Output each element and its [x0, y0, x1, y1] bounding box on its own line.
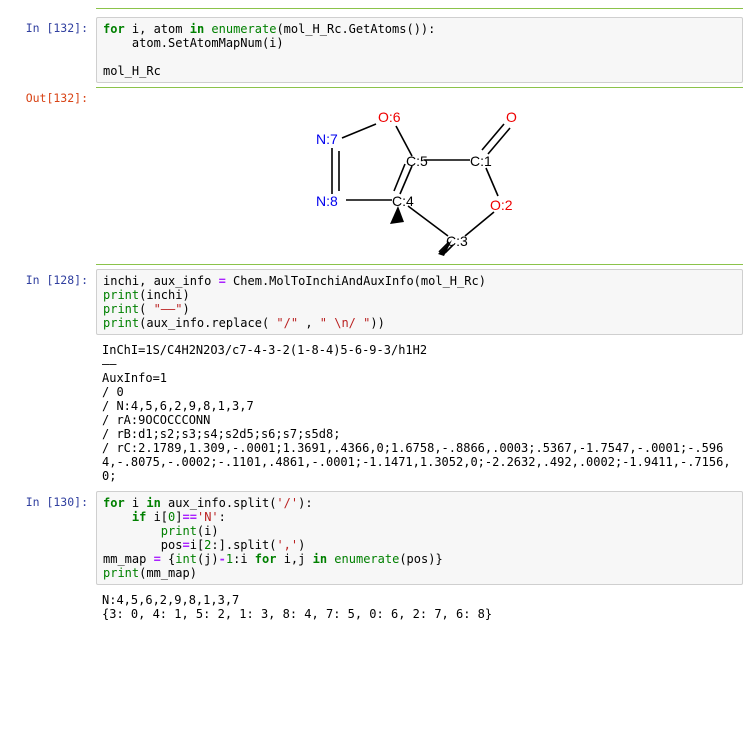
in-prompt: In [130]:	[8, 491, 96, 585]
code-input[interactable]: for i, atom in enumerate(mol_H_Rc.GetAto…	[96, 17, 743, 83]
code-input[interactable]: for i in aux_info.split('/'): if i[0]=='…	[96, 491, 743, 585]
code-cell: In [130]: for i in aux_info.split('/'): …	[8, 491, 743, 585]
atom-label: N:8	[316, 193, 338, 209]
output-cell: N:4,5,6,2,9,8,1,3,7 {3: 0, 4: 1, 5: 2, 1…	[8, 589, 743, 625]
in-prompt: In [128]:	[8, 269, 96, 335]
stdout: N:4,5,6,2,9,8,1,3,7 {3: 0, 4: 1, 5: 2, 1…	[96, 589, 743, 625]
atom-label: C:3	[446, 233, 468, 249]
atom-label: O:2	[490, 197, 513, 213]
in-prompt: In [132]:	[8, 17, 96, 83]
code-input[interactable]: inchi, aux_info = Chem.MolToInchiAndAuxI…	[96, 269, 743, 335]
atom-label: C:1	[470, 153, 492, 169]
molecule-output: O:6 N:7 N:8 C:5 C:4 C:3 C:1 O:2 O	[96, 87, 743, 265]
output-cell: InChI=1S/C4H2N2O3/c7-4-3-2(1-8-4)5-6-9-3…	[8, 339, 743, 487]
atom-label: C:5	[406, 153, 428, 169]
atom-label: N:7	[316, 131, 338, 147]
empty-prompt	[8, 589, 96, 625]
atom-label: O	[506, 109, 517, 125]
atom-label: C:4	[392, 193, 414, 209]
molecule-svg: O:6 N:7 N:8 C:5 C:4 C:3 C:1 O:2 O	[290, 96, 550, 256]
out-prompt: Out[132]:	[8, 87, 96, 265]
code-cell: In [128]: inchi, aux_info = Chem.MolToIn…	[8, 269, 743, 335]
code-cell: In [132]: for i, atom in enumerate(mol_H…	[8, 17, 743, 83]
atom-label: O:6	[378, 109, 401, 125]
empty-prompt	[8, 339, 96, 487]
output-cell: Out[132]:	[8, 87, 743, 265]
divider	[96, 8, 743, 9]
stdout: InChI=1S/C4H2N2O3/c7-4-3-2(1-8-4)5-6-9-3…	[96, 339, 743, 487]
